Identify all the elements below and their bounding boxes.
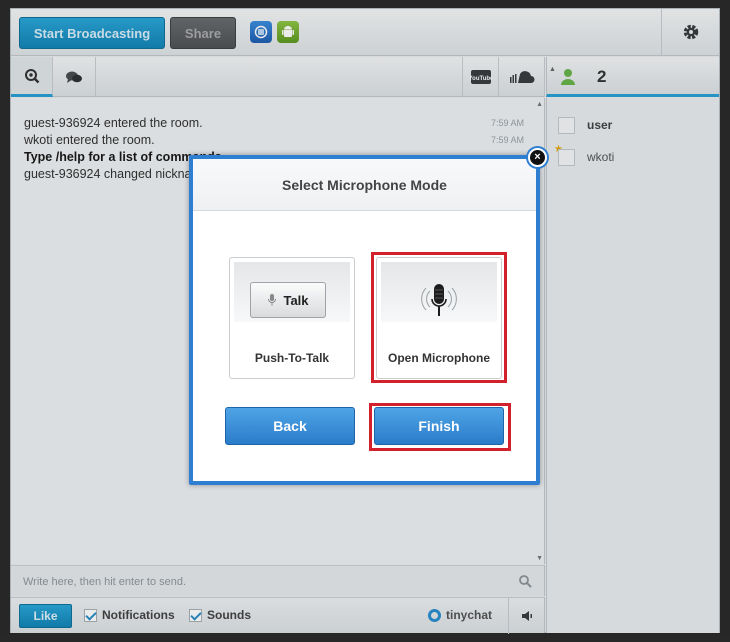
dialog-header: Select Microphone Mode xyxy=(193,159,536,211)
selection-highlight xyxy=(371,252,507,383)
close-icon: × xyxy=(534,151,541,163)
microphone-mode-dialog: Select Microphone Mode × Talk Push-To-Ta… xyxy=(189,148,547,485)
push-to-talk-option[interactable]: Talk Push-To-Talk xyxy=(229,257,355,379)
dialog-title: Select Microphone Mode xyxy=(282,176,447,193)
talk-label: Talk xyxy=(283,292,309,308)
modal-overlay: Select Microphone Mode × Talk Push-To-Ta… xyxy=(0,0,730,642)
close-button[interactable]: × xyxy=(528,148,547,167)
finish-highlight xyxy=(369,403,511,451)
talk-button-preview: Talk xyxy=(250,282,326,318)
back-button[interactable]: Back xyxy=(225,407,355,445)
push-to-talk-label: Push-To-Talk xyxy=(254,351,330,365)
microphone-icon xyxy=(268,294,277,306)
